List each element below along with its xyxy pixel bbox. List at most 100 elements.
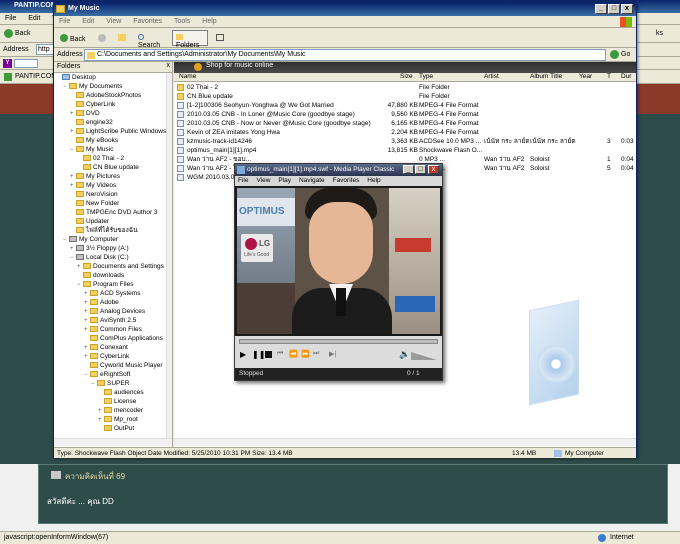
tree-item[interactable]: AdobeStockPhotos	[70, 91, 141, 100]
video-frame[interactable]: OPTIMUS LG Life's Good	[237, 188, 440, 334]
folders-button[interactable]: Folders	[172, 30, 208, 49]
menu-favorites[interactable]: Favorites	[128, 16, 167, 27]
table-row[interactable]: 2010.03.05 CNB - In Loner @Music Core (g…	[174, 110, 636, 119]
tree-item[interactable]: CyberLink	[70, 100, 115, 109]
column-duration[interactable]: Dur	[621, 73, 631, 80]
stop-icon[interactable]	[265, 351, 272, 358]
yahoo-logo-icon[interactable]: Y	[3, 59, 12, 68]
close-pane-icon[interactable]: x	[167, 62, 171, 69]
column-name[interactable]: Name	[179, 73, 196, 80]
tree-item[interactable]: + ACD Systems	[84, 289, 140, 298]
mp-minimize-button[interactable]: _	[403, 165, 414, 174]
table-row[interactable]: Kevin of ZEA imitates Yong Hwa 2,204 KB MP…	[174, 128, 636, 137]
close-button[interactable]: x	[621, 4, 633, 14]
tree-item[interactable]: CN Blue update	[77, 163, 139, 172]
table-row[interactable]: kzmusic-track-id14246 3,363 KB ACDSee 10.0…	[174, 137, 636, 146]
tree-item[interactable]: engine32	[70, 118, 113, 127]
browser-address-input[interactable]: http	[36, 44, 54, 55]
tree-item[interactable]: 02 Thai - 2	[77, 154, 124, 163]
go-button[interactable]: Go	[621, 51, 630, 58]
column-album[interactable]: Album Title	[530, 73, 562, 80]
mp-menu-play[interactable]: Play	[275, 176, 294, 185]
play-icon[interactable]: ▶	[240, 350, 246, 359]
menu-file[interactable]: File	[54, 16, 75, 27]
tree-item[interactable]: downloads	[77, 271, 124, 280]
tree-item[interactable]: − Local Disk (C:)	[70, 253, 129, 262]
browser-menu-file[interactable]: File	[0, 13, 21, 24]
menu-edit[interactable]: Edit	[77, 16, 99, 27]
tree-vertical-scrollbar[interactable]	[166, 73, 172, 438]
tree-item[interactable]: + Adobe	[84, 298, 119, 307]
table-row[interactable]: 02 Thai - 2 File Folder	[174, 83, 636, 92]
volume-slider[interactable]	[411, 352, 437, 360]
tree-item[interactable]: My eBooks	[70, 136, 118, 145]
column-year[interactable]: Year	[579, 73, 592, 80]
tree-item[interactable]: License	[98, 397, 136, 406]
tree-item[interactable]: + Common Files	[84, 325, 142, 334]
tree-item[interactable]: + Mp_root	[98, 415, 138, 424]
table-row[interactable]: [1-2]100306 Seohyun-Yonghwa @ We Got Mar…	[174, 101, 636, 110]
minimize-button[interactable]: _	[595, 4, 607, 14]
menu-view[interactable]: View	[101, 16, 126, 27]
pause-icon[interactable]: ❚❚	[252, 350, 265, 359]
tree-item[interactable]: + Conexant	[84, 343, 128, 352]
tree-item[interactable]: + Analog Devices	[84, 307, 145, 316]
menu-help[interactable]: Help	[197, 16, 221, 27]
mp-menu-help[interactable]: Help	[364, 176, 383, 185]
tree-item[interactable]: TMPGEnc DVD Author 3	[70, 208, 158, 217]
prev-icon[interactable]: ⏮	[277, 350, 283, 358]
tree-item[interactable]: + DVD	[70, 109, 100, 118]
volume-icon[interactable]: 🔈	[399, 349, 410, 360]
yahoo-search-input[interactable]	[14, 59, 38, 68]
browser-links-label[interactable]: ks	[656, 30, 663, 37]
next-icon[interactable]: ⏭	[313, 350, 319, 358]
tree-item[interactable]: − My Music	[70, 145, 113, 154]
list-horizontal-scrollbar[interactable]	[174, 438, 636, 446]
tree-item[interactable]: ไฟล์ที่ได้รับของฉัน	[70, 226, 138, 235]
tree-item[interactable]: Cyworld Music Player	[84, 361, 163, 370]
mp-menu-view[interactable]: View	[253, 176, 273, 185]
table-row[interactable]: CN Blue update File Folder	[174, 92, 636, 101]
search-button[interactable]: Search	[134, 30, 170, 49]
tree-item[interactable]: + AviSynth 2.5	[84, 316, 136, 325]
tree-item[interactable]: + mencoder	[98, 406, 143, 415]
tree-item[interactable]: Desktop	[56, 73, 96, 82]
forward-button[interactable]	[94, 30, 108, 46]
column-track[interactable]: T	[607, 73, 611, 80]
rewind-icon[interactable]: ⏪	[289, 350, 298, 358]
tree-item[interactable]: NeroVision	[70, 190, 118, 199]
tree-item[interactable]: + My Pictures	[70, 172, 120, 181]
mp-menu-file[interactable]: File	[235, 176, 251, 185]
views-button[interactable]	[212, 30, 228, 46]
browser-menu-edit[interactable]: Edit	[23, 13, 45, 24]
column-size[interactable]: Size	[400, 73, 413, 80]
tree-item[interactable]: audiences	[98, 388, 144, 397]
browser-back-label[interactable]: Back	[15, 30, 31, 37]
shop-music-link[interactable]: Shop for music online	[206, 62, 273, 69]
tree-item[interactable]: +3½ Floppy (A:)	[70, 244, 129, 253]
tree-item[interactable]: ComPlus Applications	[84, 334, 163, 343]
tree-item[interactable]: Updater	[70, 217, 109, 226]
browser-tab-pantip[interactable]: PANTIP.COM	[15, 73, 57, 80]
tree-item[interactable]: − My Documents	[63, 82, 122, 91]
up-folder-button[interactable]	[114, 30, 128, 46]
tree-item[interactable]: − My Computer	[63, 235, 118, 244]
menu-tools[interactable]: Tools	[169, 16, 195, 27]
mp-close-button[interactable]: x	[428, 165, 439, 174]
go-arrow-icon[interactable]	[610, 50, 619, 59]
back-arrow-icon[interactable]	[4, 29, 13, 38]
maximize-button[interactable]: □	[608, 4, 620, 14]
tree-item[interactable]: + Documents and Settings	[77, 262, 164, 271]
tree-item[interactable]: − Program Files	[77, 280, 133, 289]
tree-item[interactable]: New Folder	[70, 199, 119, 208]
mp-menu-navigate[interactable]: Navigate	[296, 176, 328, 185]
table-row[interactable]: 2010.03.05 CNB - Now or Never @Music Cor…	[174, 119, 636, 128]
table-row[interactable]: optimus_main[1][1].mp4 13,815 KB Shockwave…	[174, 146, 636, 155]
frame-step-icon[interactable]: ▶|	[329, 350, 336, 358]
music-banner[interactable]: Shop for music online	[174, 62, 636, 73]
tree-item[interactable]: + CyberLink	[84, 352, 129, 361]
column-type[interactable]: Type	[419, 73, 433, 80]
column-artist[interactable]: Artist	[484, 73, 499, 80]
tree-item[interactable]: OutPut	[98, 424, 134, 433]
tree-item[interactable]: − eRightSoft	[84, 370, 130, 379]
